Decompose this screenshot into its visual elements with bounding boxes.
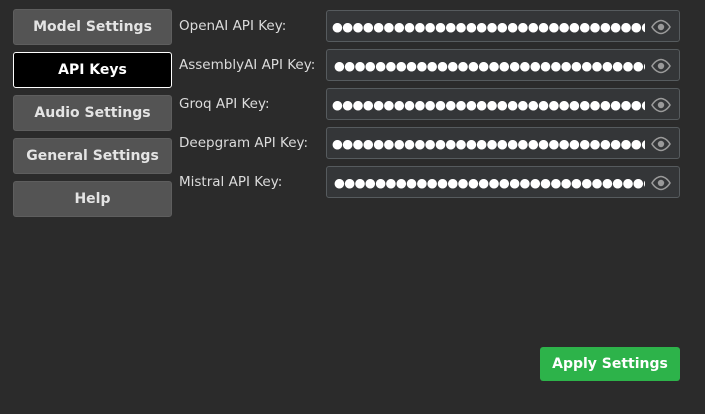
deepgram-key-row: Deepgram API Key: ●●●●●●●●●●●●●●●●●●●●●●… (179, 127, 680, 159)
settings-window: Model Settings API Keys Audio Settings G… (0, 0, 705, 414)
settings-sidebar: Model Settings API Keys Audio Settings G… (13, 9, 172, 224)
deepgram-key-label: Deepgram API Key: (179, 135, 309, 151)
deepgram-key-input[interactable]: ●●●●●●●●●●●●●●●●●●●●●●●●●●●●●●●●●●●●●●●● (326, 127, 680, 159)
groq-key-row: Groq API Key: ●●●●●●●●●●●●●●●●●●●●●●●●●●… (179, 88, 680, 120)
apply-settings-button[interactable]: Apply Settings (540, 347, 680, 381)
mistral-key-label: Mistral API Key: (179, 174, 283, 190)
openai-key-row: OpenAI API Key: ●●●●●●●●●●●●●●●●●●●●●●●●… (179, 10, 680, 42)
assemblyai-key-input[interactable]: ●●●●●●●●●●●●●●●●●●●●●●●●●●●●●●●● (326, 49, 680, 81)
sidebar-item-api-keys[interactable]: API Keys (13, 52, 172, 88)
groq-key-label: Groq API Key: (179, 96, 270, 112)
sidebar-item-model-settings[interactable]: Model Settings (13, 9, 172, 45)
assemblyai-key-row: AssemblyAI API Key: ●●●●●●●●●●●●●●●●●●●●… (179, 49, 680, 81)
eye-icon[interactable] (651, 97, 671, 113)
sidebar-item-help[interactable]: Help (13, 181, 172, 217)
groq-key-input[interactable]: ●●●●●●●●●●●●●●●●●●●●●●●●●●●●●●●●●●●●●●●●… (326, 88, 680, 120)
eye-icon[interactable] (651, 58, 671, 74)
mistral-key-row: Mistral API Key: ●●●●●●●●●●●●●●●●●●●●●●●… (179, 166, 680, 198)
mistral-key-input[interactable]: ●●●●●●●●●●●●●●●●●●●●●●●●●●●●●●●● (326, 166, 680, 198)
eye-icon[interactable] (651, 19, 671, 35)
eye-icon[interactable] (651, 136, 671, 152)
openai-key-label: OpenAI API Key: (179, 18, 287, 34)
deepgram-key-value[interactable]: ●●●●●●●●●●●●●●●●●●●●●●●●●●●●●●●●●●●●●●●● (332, 128, 645, 158)
assemblyai-key-label: AssemblyAI API Key: (179, 57, 316, 73)
sidebar-item-general-settings[interactable]: General Settings (13, 138, 172, 174)
assemblyai-key-value[interactable]: ●●●●●●●●●●●●●●●●●●●●●●●●●●●●●●●● (334, 50, 645, 80)
openai-key-value[interactable]: ●●●●●●●●●●●●●●●●●●●●●●●●●●●●●●●●●●●●●●●●… (332, 11, 645, 41)
groq-key-value[interactable]: ●●●●●●●●●●●●●●●●●●●●●●●●●●●●●●●●●●●●●●●●… (332, 89, 645, 119)
mistral-key-value[interactable]: ●●●●●●●●●●●●●●●●●●●●●●●●●●●●●●●● (334, 167, 645, 197)
sidebar-item-audio-settings[interactable]: Audio Settings (13, 95, 172, 131)
eye-icon[interactable] (651, 175, 671, 191)
openai-key-input[interactable]: ●●●●●●●●●●●●●●●●●●●●●●●●●●●●●●●●●●●●●●●●… (326, 10, 680, 42)
